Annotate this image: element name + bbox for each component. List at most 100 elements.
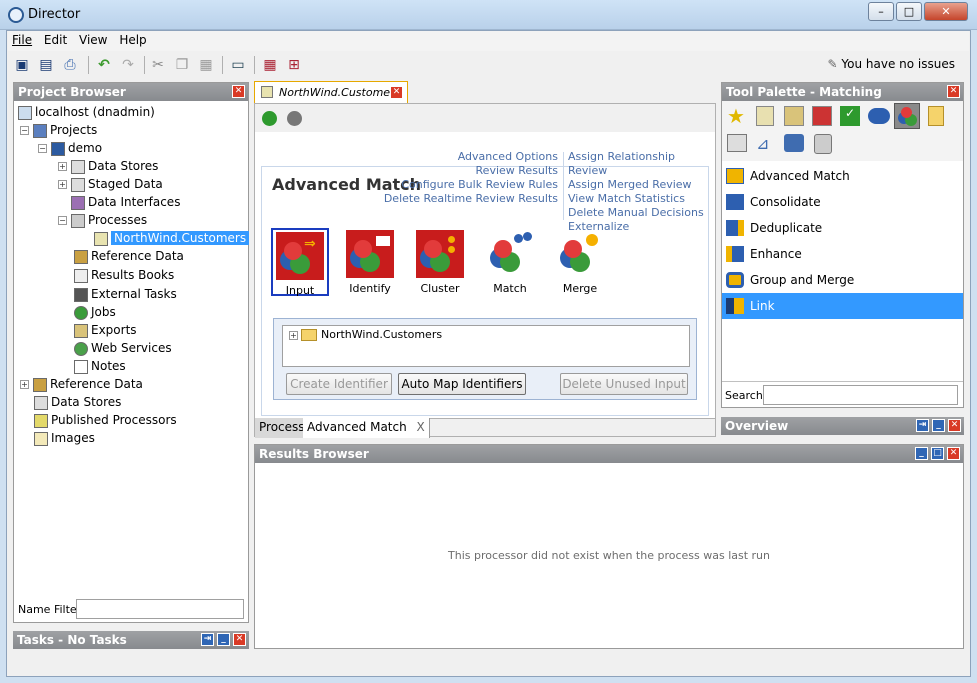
undo-icon[interactable]: ↶ — [94, 55, 114, 75]
delete-unused-input-button[interactable]: Delete Unused Input — [560, 373, 688, 395]
tree-published-processors[interactable]: Published Processors — [34, 411, 177, 429]
book-icon[interactable] — [727, 134, 747, 152]
delete-manual-decisions-link[interactable]: Delete Manual Decisions — [568, 206, 715, 220]
matching-icon[interactable] — [894, 103, 920, 129]
tree-processes[interactable]: − Processes — [58, 211, 147, 229]
scheduler-icon[interactable]: ⊞ — [284, 55, 304, 75]
tree-data-stores[interactable]: + Data Stores — [58, 157, 158, 175]
audit-icon[interactable] — [756, 106, 774, 126]
menu-view[interactable]: View — [75, 31, 111, 47]
delete-realtime-review-results-link[interactable]: Delete Realtime Review Results — [384, 192, 558, 206]
expand-icon[interactable]: + — [58, 162, 67, 171]
database-icon[interactable] — [814, 134, 832, 154]
palette-item-enhance[interactable]: Enhance — [722, 241, 963, 267]
link-cat-icon[interactable] — [868, 108, 890, 124]
menu-file[interactable]: File — [8, 31, 36, 47]
palette-item-advanced-match[interactable]: Advanced Match — [722, 163, 963, 189]
processor-input[interactable]: ⇒ Input — [271, 228, 329, 297]
minimize-results-icon[interactable]: _ — [915, 447, 928, 460]
tree-root-reference-data[interactable]: + Reference Data — [20, 375, 143, 393]
maximize-results-icon[interactable]: □ — [931, 447, 944, 460]
view-match-statistics-link[interactable]: View Match Statistics — [568, 192, 715, 206]
redo-icon[interactable]: ↷ — [118, 55, 138, 75]
configure-bulk-review-rules-link[interactable]: Configure Bulk Review Rules — [384, 178, 558, 192]
tree-icon[interactable]: ⊿ — [756, 134, 776, 153]
review-results-link[interactable]: Review Results — [384, 164, 558, 178]
minimize-button[interactable]: – — [868, 2, 894, 21]
restore-overview-icon[interactable]: ⇥ — [916, 419, 929, 432]
tree-projects[interactable]: − Projects — [20, 121, 97, 139]
assign-relationship-review-link[interactable]: Assign Relationship Review — [568, 150, 715, 178]
check-icon[interactable]: ✓ — [840, 106, 860, 126]
tree-staged-data[interactable]: + Staged Data — [58, 175, 163, 193]
palette-item-group-and-merge[interactable]: Group and Merge — [722, 267, 963, 293]
paste-icon[interactable]: ▦ — [196, 55, 216, 75]
save-icon[interactable]: ▣ — [12, 55, 32, 75]
palette-item-link[interactable]: Link — [722, 293, 963, 319]
palette-item-consolidate[interactable]: Consolidate — [722, 189, 963, 215]
input-item-label[interactable]: NorthWind.Customers — [321, 328, 442, 341]
processor-match[interactable]: Match — [481, 230, 539, 295]
print-icon[interactable]: ⎙ — [60, 55, 80, 75]
close-tab-icon[interactable]: X — [417, 420, 425, 434]
tree-external-tasks[interactable]: External Tasks — [74, 285, 177, 303]
assign-merged-review-link[interactable]: Assign Merged Review — [568, 178, 715, 192]
expand-icon[interactable]: + — [20, 380, 29, 389]
tree-reference-data[interactable]: Reference Data — [74, 247, 184, 265]
auto-map-identifiers-button[interactable]: Auto Map Identifiers — [398, 373, 526, 395]
tree-web-services[interactable]: Web Services — [74, 339, 172, 357]
palette-item-deduplicate[interactable]: Deduplicate — [722, 215, 963, 241]
maximize-button[interactable]: □ — [896, 2, 922, 21]
tree-root-data-stores[interactable]: Data Stores — [34, 393, 121, 411]
processor-cluster[interactable]: Cluster — [411, 230, 469, 295]
clean-icon[interactable] — [784, 134, 804, 152]
close-window-button[interactable]: ✕ — [924, 2, 968, 21]
close-results-icon[interactable]: ✕ — [947, 447, 960, 460]
close-tool-palette-icon[interactable]: ✕ — [947, 85, 960, 98]
tab-process[interactable]: Process — [255, 418, 310, 438]
name-filter-input[interactable] — [76, 599, 244, 619]
close-overview-icon[interactable]: ✕ — [948, 419, 961, 432]
collapse-icon[interactable]: − — [58, 216, 67, 225]
tree-jobs[interactable]: Jobs — [74, 303, 116, 321]
tree-images[interactable]: Images — [34, 429, 95, 447]
settings-gear-icon[interactable] — [287, 111, 302, 126]
palette-search-input[interactable] — [763, 385, 958, 405]
restore-tasks-icon[interactable]: ⇥ — [201, 633, 214, 646]
cut-icon[interactable]: ✂ — [148, 55, 168, 75]
tree-notes[interactable]: Notes — [74, 357, 126, 375]
close-editor-tab-icon[interactable]: ✕ — [390, 86, 403, 99]
processor-merge[interactable]: Merge — [551, 230, 609, 295]
create-identifier-button[interactable]: Create Identifier — [286, 373, 392, 395]
analyze-icon[interactable] — [812, 106, 832, 126]
transform-icon[interactable] — [784, 106, 804, 126]
processor-identify[interactable]: Identify — [341, 230, 399, 295]
tree-label: Projects — [50, 123, 98, 137]
collapse-icon[interactable]: − — [38, 144, 47, 153]
tree-server[interactable]: localhost (dnadmin) — [18, 103, 155, 121]
save-all-icon[interactable]: ▤ — [36, 55, 56, 75]
tree-demo[interactable]: − demo — [38, 139, 102, 157]
editor-tab[interactable]: NorthWind.Customers ✕ — [254, 81, 408, 103]
menu-edit[interactable]: Edit — [40, 31, 71, 47]
star-icon[interactable]: ★ — [727, 104, 745, 128]
minimize-tasks-icon[interactable]: _ — [217, 633, 230, 646]
menu-help[interactable]: Help — [115, 31, 150, 47]
calendar-icon[interactable]: ▦ — [260, 55, 280, 75]
tree-process-northwind[interactable]: NorthWind.Customers — [94, 229, 250, 247]
close-tasks-icon[interactable]: ✕ — [233, 633, 246, 646]
collapse-icon[interactable]: − — [20, 126, 29, 135]
window-icon[interactable]: ▭ — [228, 55, 248, 75]
close-project-browser-icon[interactable]: ✕ — [232, 85, 245, 98]
expand-icon[interactable]: + — [289, 331, 298, 340]
copy-icon[interactable]: ❐ — [172, 55, 192, 75]
run-icon[interactable] — [262, 111, 277, 126]
minimize-overview-icon[interactable]: _ — [932, 419, 945, 432]
advanced-options-link[interactable]: Advanced Options — [384, 150, 558, 164]
calculator-icon[interactable] — [928, 106, 944, 126]
tree-exports[interactable]: Exports — [74, 321, 137, 339]
expand-icon[interactable]: + — [58, 180, 67, 189]
tab-advanced-match[interactable]: Advanced Match X — [303, 418, 430, 438]
tree-results-books[interactable]: Results Books — [74, 266, 174, 284]
tree-data-interfaces[interactable]: Data Interfaces — [71, 193, 180, 211]
